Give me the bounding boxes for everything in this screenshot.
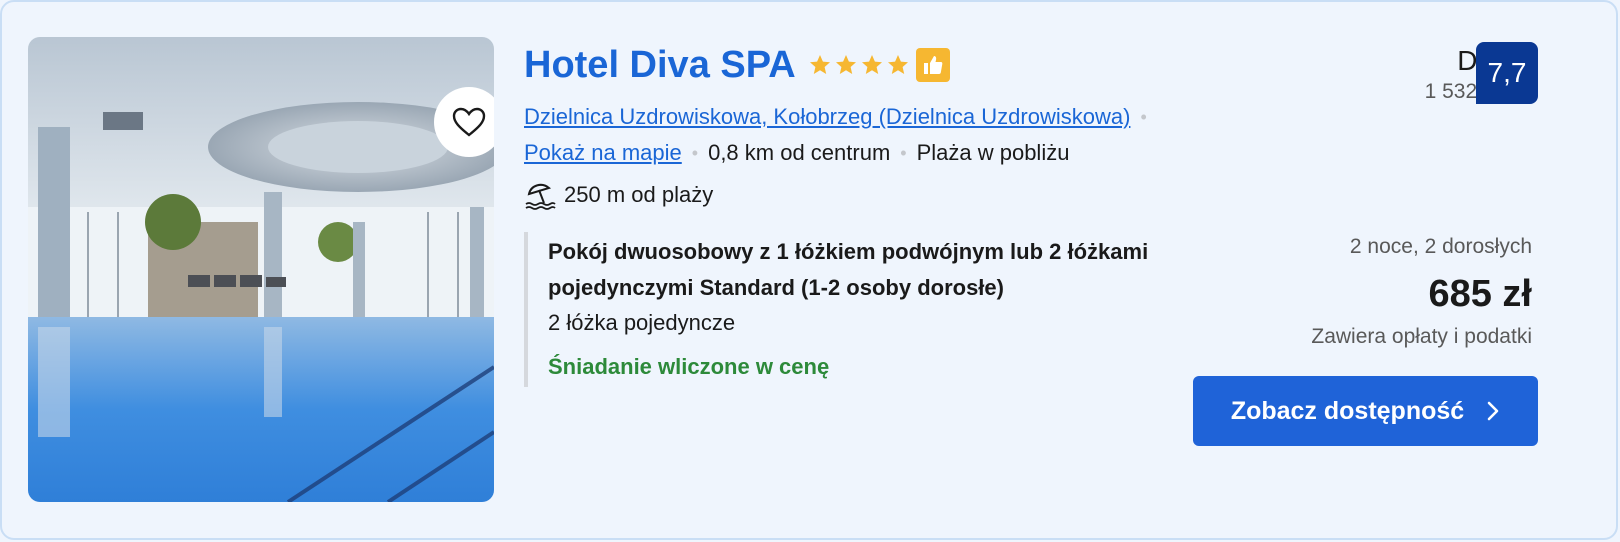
hotel-photo-image <box>28 37 494 502</box>
star-icon <box>809 55 830 74</box>
separator-dot: • <box>900 143 907 163</box>
room-info: Pokój dwuosobowy z 1 łóżkiem podwójnym l… <box>524 232 1184 387</box>
beach-distance-row: 250 m od plaży <box>524 179 713 211</box>
location-row-2: Pokaż na mapie • 0,8 km od centrum • Pla… <box>524 139 1069 167</box>
thumbs-up-icon <box>923 56 943 74</box>
hotel-photo[interactable] <box>28 37 494 502</box>
separator-dot: • <box>691 143 699 163</box>
beach-distance: 250 m od plaży <box>564 182 714 207</box>
stay-details: 2 noce, 2 dorosłych <box>1349 235 1532 258</box>
location-row: Dzielnica Uzdrowiskowa, Kołobrzeg (Dziel… <box>524 103 1157 131</box>
location-link[interactable]: Dzielnica Uzdrowiskowa, Kołobrzeg (Dziel… <box>524 103 1130 131</box>
room-name: Pokój dwuosobowy z 1 łóżkiem podwójnym l… <box>548 239 1149 300</box>
price-block: 2 noce, 2 dorosłych 685 zł Zawiera opłat… <box>1311 232 1532 352</box>
star-icon <box>861 55 882 74</box>
preferred-partner-badge[interactable] <box>915 48 950 82</box>
room-beds: 2 łóżka pojedyncze <box>548 310 736 335</box>
heart-outline-icon <box>452 107 486 137</box>
star-rating <box>808 53 910 77</box>
hotel-name-link[interactable]: Hotel Diva SPA <box>524 42 796 88</box>
see-availability-label: Zobacz dostępność <box>1230 396 1465 425</box>
star-icon <box>887 55 908 74</box>
beach-nearby-label: Plaża w pobliżu <box>916 140 1070 165</box>
chevron-right-icon <box>1487 401 1499 421</box>
hotel-card: Hotel Diva SPA Dzielnica Uzdrowiskowa, K… <box>0 0 1618 540</box>
star-icon <box>835 55 856 74</box>
breakfast-included: Śniadanie wliczone w cenę <box>548 354 830 379</box>
taxes-note: Zawiera opłaty i podatki <box>1311 325 1532 348</box>
see-availability-button[interactable]: Zobacz dostępność <box>1193 376 1538 446</box>
separator-dot: • <box>1140 107 1147 127</box>
price: 685 zł <box>1428 273 1532 315</box>
review-score-badge[interactable]: 7,7 <box>1476 42 1538 104</box>
beach-umbrella-icon <box>525 183 556 210</box>
show-on-map-link[interactable]: Pokaż na mapie <box>524 139 682 167</box>
distance-from-center: 0,8 km od centrum <box>708 140 891 165</box>
title-row: Hotel Diva SPA <box>524 42 950 88</box>
